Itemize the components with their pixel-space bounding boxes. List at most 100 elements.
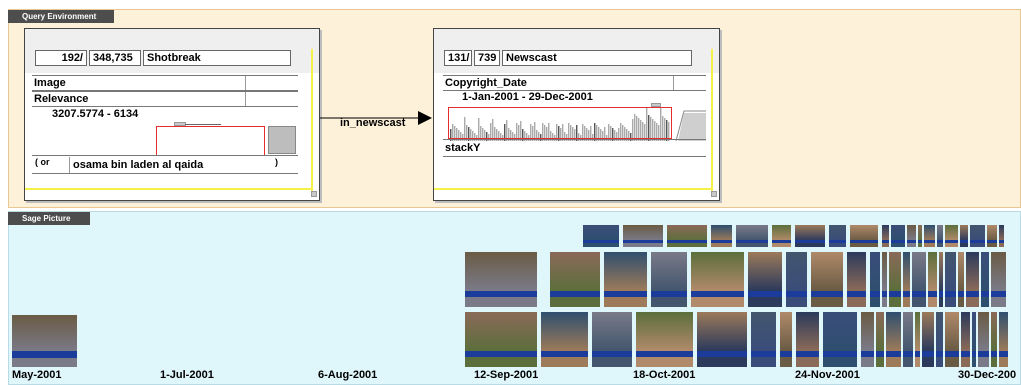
video-thumbnail[interactable]	[922, 312, 934, 367]
video-thumbnail[interactable]	[691, 252, 744, 307]
total-count: 348,735	[89, 50, 141, 66]
attribute-label: Relevance	[34, 93, 89, 105]
video-thumbnail[interactable]	[780, 312, 792, 367]
link-label[interactable]: in_newscast	[340, 117, 405, 129]
newscast-query-box[interactable]: 131/ 739 Newscast Copyright_Date 1-Jan-2…	[433, 28, 720, 201]
video-thumbnail[interactable]	[966, 252, 979, 307]
video-thumbnail[interactable]	[987, 225, 997, 247]
yellow-bar	[311, 49, 313, 197]
video-thumbnail[interactable]	[861, 312, 874, 367]
video-thumbnail[interactable]	[999, 225, 1004, 247]
row-divider	[32, 155, 298, 156]
attribute-row-image[interactable]: Image	[32, 75, 298, 91]
video-thumbnail[interactable]	[918, 225, 922, 247]
video-thumbnail[interactable]	[465, 312, 537, 367]
total-count: 739	[474, 50, 500, 66]
video-thumbnail[interactable]	[882, 252, 887, 307]
video-thumbnail[interactable]	[978, 312, 989, 367]
video-thumbnail[interactable]	[891, 225, 905, 247]
video-thumbnail[interactable]	[623, 225, 663, 247]
video-thumbnail[interactable]	[736, 225, 768, 247]
video-thumbnail[interactable]	[981, 252, 989, 307]
attribute-row-relevance[interactable]: Relevance	[32, 91, 298, 107]
video-thumbnail[interactable]	[697, 312, 747, 367]
axis-tick-label: 24-Nov-2001	[795, 369, 860, 381]
row-divider	[443, 139, 706, 140]
video-thumbnail[interactable]	[12, 315, 77, 367]
video-thumbnail[interactable]	[889, 252, 901, 307]
video-thumbnail[interactable]	[928, 252, 937, 307]
video-thumbnail[interactable]	[937, 225, 943, 247]
entity-name[interactable]: Newscast	[502, 50, 692, 66]
video-thumbnail[interactable]	[711, 225, 732, 247]
video-thumbnail[interactable]	[651, 252, 687, 307]
query-environment-title: Query Environment	[8, 10, 114, 23]
video-thumbnail[interactable]	[748, 252, 782, 307]
search-operator-open: ( or	[35, 157, 50, 167]
video-thumbnail[interactable]	[907, 225, 916, 247]
video-thumbnail[interactable]	[903, 252, 910, 307]
yellow-bar	[434, 188, 711, 190]
row-divider	[673, 76, 674, 90]
sage-picture-title: Sage Picture	[8, 212, 90, 225]
video-thumbnail[interactable]	[903, 312, 913, 367]
video-thumbnail[interactable]	[939, 252, 943, 307]
video-thumbnail[interactable]	[991, 312, 997, 367]
video-thumbnail[interactable]	[850, 225, 878, 247]
video-thumbnail[interactable]	[876, 312, 884, 367]
search-input[interactable]: osama bin laden al qaida	[69, 157, 271, 173]
attribute-row-stacky[interactable]: stackY	[443, 141, 706, 157]
video-thumbnail[interactable]	[961, 312, 970, 367]
video-thumbnail[interactable]	[915, 312, 920, 367]
video-thumbnail[interactable]	[945, 252, 956, 307]
video-thumbnail[interactable]	[958, 252, 964, 307]
video-thumbnail[interactable]	[772, 225, 791, 247]
entity-name[interactable]: Shotbreak	[143, 50, 291, 66]
range-slider-track	[185, 124, 221, 125]
resize-grip-icon[interactable]	[711, 191, 717, 197]
video-thumbnail[interactable]	[786, 252, 807, 307]
date-range: 1-Jan-2001 - 29-Dec-2001	[462, 91, 593, 103]
video-thumbnail[interactable]	[667, 225, 707, 247]
video-thumbnail[interactable]	[550, 252, 600, 307]
video-thumbnail[interactable]	[636, 312, 693, 367]
attribute-label: Copyright_Date	[445, 77, 527, 89]
video-thumbnail[interactable]	[960, 225, 968, 247]
video-thumbnail[interactable]	[924, 225, 935, 247]
video-thumbnail[interactable]	[811, 252, 843, 307]
resize-grip-icon[interactable]	[311, 191, 317, 197]
result-count: 192/	[35, 50, 87, 66]
video-thumbnail[interactable]	[945, 312, 959, 367]
video-thumbnail[interactable]	[604, 252, 647, 307]
video-thumbnail[interactable]	[829, 225, 846, 247]
attribute-row-copyright-date[interactable]: Copyright_Date	[443, 75, 706, 91]
video-thumbnail[interactable]	[796, 312, 819, 367]
video-thumbnail[interactable]	[882, 225, 889, 247]
video-thumbnail[interactable]	[936, 312, 943, 367]
selection-box[interactable]	[156, 126, 265, 156]
axis-tick-label: 1-Jul-2001	[160, 369, 214, 381]
axis-tick-label: 30-Dec-200	[958, 369, 1017, 381]
selection-box[interactable]	[448, 107, 672, 139]
video-thumbnail[interactable]	[583, 225, 619, 247]
shotbreak-query-box[interactable]: 192/ 348,735 Shotbreak Image Relevance 3…	[24, 28, 320, 201]
video-thumbnail[interactable]	[886, 312, 901, 367]
row-divider	[245, 76, 246, 90]
row-divider	[245, 92, 246, 106]
yellow-bar	[711, 49, 713, 197]
video-thumbnail[interactable]	[592, 312, 632, 367]
video-thumbnail[interactable]	[751, 312, 776, 367]
video-thumbnail[interactable]	[870, 252, 880, 307]
video-thumbnail[interactable]	[999, 312, 1008, 367]
video-thumbnail[interactable]	[541, 312, 588, 367]
video-thumbnail[interactable]	[991, 252, 1006, 307]
video-thumbnail[interactable]	[823, 312, 857, 367]
video-thumbnail[interactable]	[972, 312, 976, 367]
video-thumbnail[interactable]	[847, 252, 866, 307]
video-thumbnail[interactable]	[465, 252, 537, 307]
video-thumbnail[interactable]	[970, 225, 985, 247]
video-thumbnail[interactable]	[795, 225, 825, 247]
video-thumbnail[interactable]	[912, 252, 926, 307]
video-thumbnail[interactable]	[945, 225, 958, 247]
axis-tick-label: 12-Sep-2001	[474, 369, 539, 381]
